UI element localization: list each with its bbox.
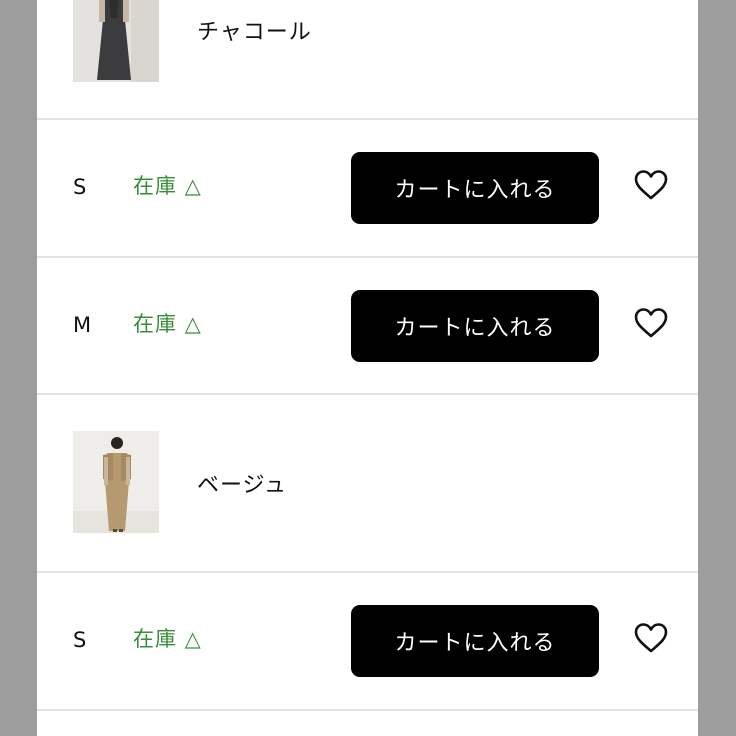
- favorite-button[interactable]: [633, 623, 669, 657]
- favorite-button[interactable]: [633, 170, 669, 204]
- color-name-beige: ベージュ: [197, 473, 288, 498]
- size-row-beige-s: S 在庫 △ カートに入れる: [37, 573, 698, 709]
- stock-status: 在庫 △: [133, 174, 202, 198]
- size-row-charcoal-m: M 在庫 △ カートに入れる: [37, 258, 698, 394]
- stock-status: 在庫 △: [133, 312, 202, 336]
- favorite-button[interactable]: [633, 308, 669, 342]
- product-thumbnail-beige[interactable]: [73, 431, 159, 533]
- product-thumbnail-charcoal[interactable]: [73, 0, 159, 82]
- add-to-cart-button[interactable]: カートに入れる: [351, 152, 599, 224]
- stock-status: 在庫 △: [133, 627, 202, 651]
- add-to-cart-button[interactable]: カートに入れる: [351, 605, 599, 677]
- size-row-charcoal-s: S 在庫 △ カートに入れる: [37, 120, 698, 256]
- heart-outline-icon: [633, 622, 669, 658]
- color-header-beige: ベージュ: [37, 395, 698, 571]
- color-name-charcoal: チャコール: [197, 20, 312, 45]
- size-label: S: [73, 175, 87, 199]
- product-variant-list: チャコール S 在庫 △ カートに入れる M 在庫 △ カートに入れる ベージュ…: [37, 0, 698, 736]
- add-to-cart-button[interactable]: カートに入れる: [351, 290, 599, 362]
- size-label: S: [73, 628, 87, 652]
- divider: [37, 709, 698, 711]
- heart-outline-icon: [633, 307, 669, 343]
- color-header-charcoal: チャコール: [37, 0, 698, 119]
- heart-outline-icon: [633, 169, 669, 205]
- size-label: M: [73, 313, 92, 337]
